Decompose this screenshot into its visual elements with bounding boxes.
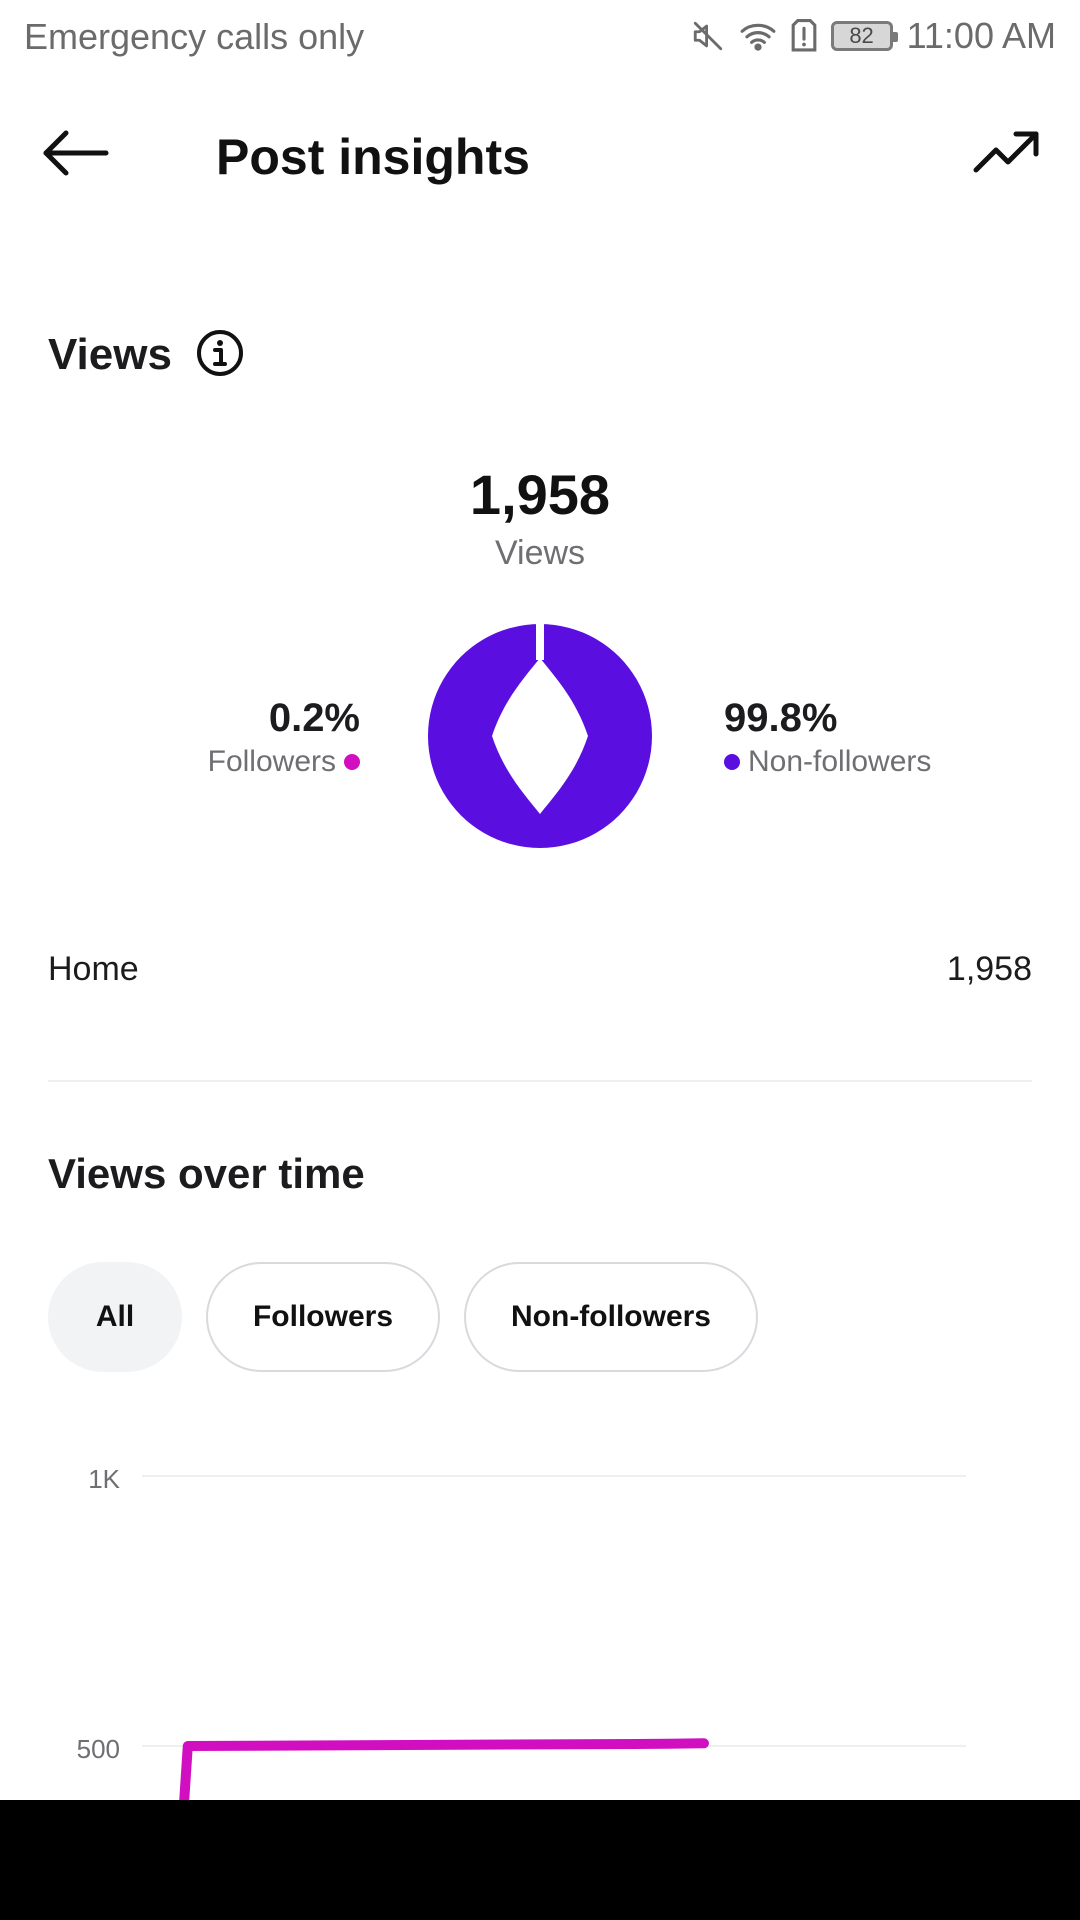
filter-chip-nonfollowers[interactable]: Non-followers <box>464 1262 758 1372</box>
page-title: Post insights <box>216 129 530 185</box>
filter-chip-followers[interactable]: Followers <box>206 1262 440 1372</box>
system-navigation-bar <box>0 1800 1080 1920</box>
views-over-time-chart: 1K 500 <box>77 1464 966 1800</box>
followers-legend-dot <box>344 754 360 770</box>
sim-alert-icon <box>791 19 817 53</box>
source-value: 1,958 <box>946 950 1032 988</box>
donut-followers-gap <box>536 624 544 660</box>
app-header: Post insights <box>0 90 1080 220</box>
arrow-left-icon <box>40 128 110 183</box>
filter-chips: All Followers Non-followers <box>48 1262 758 1372</box>
followers-label: Followers <box>207 745 336 778</box>
nonfollowers-legend-dot <box>724 754 740 770</box>
battery-icon: 82 <box>830 21 898 51</box>
y-tick-label-500: 500 <box>77 1734 120 1764</box>
trend-button[interactable] <box>950 120 1040 190</box>
total-views-value: 1,958 <box>469 463 611 526</box>
status-bar: Emergency calls only 82 11:00 AM <box>0 0 1080 76</box>
carrier-text: Emergency calls only <box>24 16 365 57</box>
followers-percentage: 0.2% <box>268 696 360 740</box>
section-divider <box>48 1080 1032 1082</box>
section-title: Views <box>48 330 172 379</box>
source-label: Home <box>48 950 139 988</box>
nonfollowers-percentage: 99.8% <box>724 696 838 740</box>
wifi-icon <box>739 19 777 53</box>
nonfollowers-stat: 99.8% Non-followers <box>724 694 931 782</box>
trending-up-icon <box>972 130 1040 181</box>
status-icons: 82 11:00 AM <box>691 14 1056 58</box>
y-tick-label-1k: 1K <box>88 1464 120 1494</box>
views-over-time-heading: Views over time <box>48 1150 365 1197</box>
back-button[interactable] <box>40 120 130 190</box>
mute-icon <box>691 19 725 53</box>
nonfollowers-label: Non-followers <box>748 745 932 778</box>
filter-chip-all[interactable]: All <box>48 1262 182 1372</box>
views-heading: Views <box>48 329 244 382</box>
series-line-all <box>179 1738 709 1800</box>
clock-time: 11:00 AM <box>906 15 1056 56</box>
source-row-home: Home 1,958 <box>48 950 1032 989</box>
info-icon <box>196 329 244 382</box>
info-button[interactable] <box>196 329 244 382</box>
views-donut-chart <box>428 624 652 848</box>
followers-stat: 0.2% Followers <box>208 694 360 782</box>
total-views-caption: Views <box>494 534 586 572</box>
